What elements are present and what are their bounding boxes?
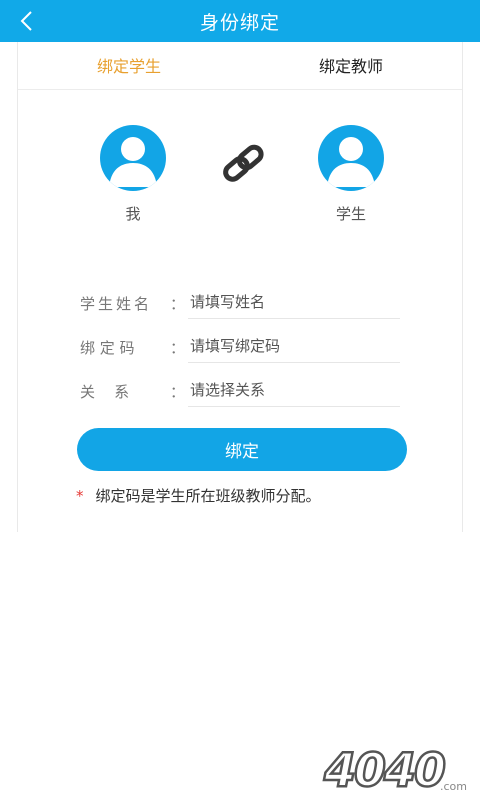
student-name-row: 学生姓名 ： bbox=[80, 285, 400, 325]
bind-code-label: 绑 定 码 bbox=[80, 339, 135, 357]
app-screen: 身份绑定 绑定学生 绑定教师 我 学生 学生姓名 ： 请填写姓名 绑 定 码 ：… bbox=[0, 0, 480, 800]
user-icon bbox=[327, 137, 375, 187]
student-label: 学生 bbox=[335, 205, 366, 223]
title-bar: 身份绑定 bbox=[0, 0, 480, 42]
bind-card: 绑定学生 绑定教师 我 学生 学生姓名 ： 请填写姓名 绑 定 码 ： 请填写绑… bbox=[17, 42, 463, 532]
required-star: * bbox=[76, 487, 84, 505]
student-name-input[interactable] bbox=[188, 285, 400, 319]
watermark-text: 4040 bbox=[323, 743, 445, 794]
field-colon: ： bbox=[170, 295, 186, 313]
site-watermark-logo: 4040 .com bbox=[322, 742, 467, 794]
tab-bar: 绑定学生 绑定教师 bbox=[18, 42, 462, 90]
field-colon: ： bbox=[170, 383, 186, 401]
student-avatar bbox=[318, 125, 384, 191]
note-text: 绑定码是学生所在班级教师分配。 bbox=[95, 487, 321, 505]
relation-row: 关 系 ： bbox=[80, 373, 400, 413]
bind-code-input[interactable] bbox=[188, 329, 400, 363]
page-title: 身份绑定 bbox=[199, 11, 280, 34]
bind-code-note: * 绑定码是学生所在班级教师分配。 bbox=[76, 485, 321, 506]
tab-bind-student[interactable]: 绑定学生 bbox=[18, 42, 240, 89]
student-name-label: 学生姓名 bbox=[80, 295, 153, 313]
field-colon: ： bbox=[170, 339, 186, 357]
chevron-left-icon bbox=[20, 11, 32, 31]
bind-code-row: 绑 定 码 ： bbox=[80, 329, 400, 369]
back-button[interactable] bbox=[8, 0, 44, 42]
tab-bind-teacher[interactable]: 绑定教师 bbox=[240, 42, 462, 89]
self-label: 我 bbox=[125, 205, 141, 223]
self-avatar bbox=[100, 125, 166, 191]
link-chain-icon bbox=[223, 144, 264, 182]
relation-label: 关 系 bbox=[80, 383, 130, 401]
watermark-suffix: .com bbox=[440, 780, 467, 793]
user-icon bbox=[109, 137, 157, 187]
relation-select[interactable] bbox=[188, 373, 400, 407]
bind-button[interactable]: 绑定 bbox=[77, 428, 407, 471]
